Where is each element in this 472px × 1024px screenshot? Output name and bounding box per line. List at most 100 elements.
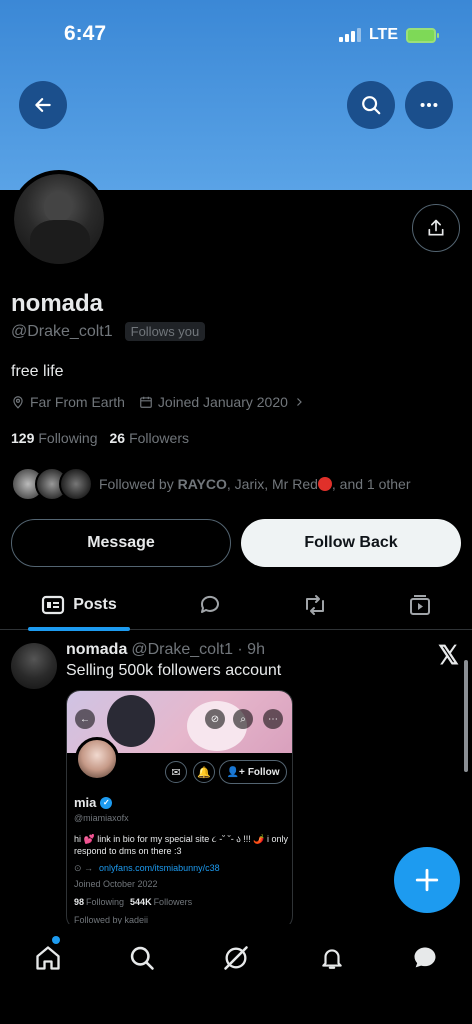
home-icon xyxy=(36,946,60,970)
network-label: LTE xyxy=(368,26,398,43)
scrollbar[interactable] xyxy=(464,660,468,772)
tab-posts[interactable]: Posts xyxy=(28,580,130,631)
followed-by-row[interactable]: Followed by RAYCO, Jarix, Mr Red , and 1 … xyxy=(11,467,411,501)
battery-icon xyxy=(406,27,439,43)
embed-name-row: mia ✓ xyxy=(74,795,113,810)
search-icon xyxy=(130,946,154,970)
more-horizontal-icon xyxy=(420,102,438,108)
share-icon xyxy=(428,219,444,236)
message-button[interactable]: Message xyxy=(11,519,231,567)
followers-label: Followers xyxy=(129,430,189,446)
location-pin-icon xyxy=(13,396,23,409)
back-button[interactable] xyxy=(19,81,67,129)
profile-handle: @Drake_colt1 xyxy=(11,322,113,340)
post-image[interactable]: ← ⊘ ⌕ ⋯ ✉ 🔔 👤+ Follow mia ✓ @miamiaxofx hi… xyxy=(66,690,293,930)
profile-name: nomada xyxy=(11,290,104,317)
nav-grok[interactable] xyxy=(216,938,256,978)
verified-icon: ✓ xyxy=(100,796,113,809)
follow-back-button[interactable]: Follow Back xyxy=(241,519,461,567)
location-item: Far From Earth xyxy=(11,394,125,410)
reply-icon xyxy=(200,595,219,613)
post-text: Selling 500k followers account xyxy=(66,662,282,679)
embed-counts: 98 Following 544K Followers xyxy=(74,897,192,907)
status-indicators: LTE xyxy=(338,26,439,44)
following-label: Following xyxy=(38,430,98,446)
tab-reposts[interactable] xyxy=(295,580,335,630)
share-button[interactable] xyxy=(412,204,460,252)
followed-by-text: Followed by RAYCO, Jarix, Mr Red , and 1 … xyxy=(99,476,411,492)
following-count: 129 xyxy=(11,430,35,446)
followed-by-suffix: , and 1 other xyxy=(331,476,411,492)
embed-link-row: ⊙ → onlyfans.com/itsmiabunny/c38 xyxy=(74,863,220,874)
embed-followers-count: 544K xyxy=(130,897,152,907)
chat-bubble-icon xyxy=(414,947,436,968)
location-text: Far From Earth xyxy=(30,394,125,410)
x-logo-icon: 𝕏 xyxy=(438,640,459,670)
mini-avatar xyxy=(59,467,93,501)
embed-joined: Joined October 2022 xyxy=(74,879,158,889)
embed-bio: hi 💕 link in bio for my special site ૮ -… xyxy=(74,834,288,856)
embed-more-icon: ⋯ xyxy=(263,709,283,729)
embed-search-icon: ⌕ xyxy=(233,709,253,729)
embed-handle: @miamiaxofx xyxy=(74,813,129,823)
home-notification-dot xyxy=(52,936,60,944)
calendar-icon xyxy=(140,396,152,408)
embed-add-user-icon: 👤+ xyxy=(226,766,245,778)
following-link[interactable]: 129 Following xyxy=(11,430,98,446)
status-time: 6:47 xyxy=(64,22,107,45)
follow-counts: 129 Following 26 Followers xyxy=(11,430,189,446)
followed-by-bold-name: RAYCO xyxy=(177,476,227,492)
tab-media[interactable] xyxy=(400,580,440,630)
posts-icon xyxy=(42,595,65,615)
joined-item[interactable]: Joined January 2020 xyxy=(139,394,305,410)
signal-icon xyxy=(338,28,361,42)
nav-search[interactable] xyxy=(122,938,162,978)
followed-by-names: , Jarix, Mr Red xyxy=(226,476,318,492)
active-tab-indicator xyxy=(28,627,130,631)
followed-by-prefix: Followed by xyxy=(99,476,174,492)
grok-icon xyxy=(224,946,248,970)
embed-name: mia xyxy=(74,795,97,810)
post-author-meta: @Drake_colt1 · 9h xyxy=(131,641,265,658)
nav-messages[interactable] xyxy=(405,938,445,978)
search-button[interactable] xyxy=(347,81,395,129)
embed-bell-icon: 🔔 xyxy=(193,761,215,783)
follows-you-badge: Follows you xyxy=(124,322,206,341)
embed-mail-icon: ✉ xyxy=(165,761,187,783)
media-video-icon xyxy=(410,595,430,615)
profile-tabs: Posts xyxy=(0,580,472,631)
chevron-right-icon xyxy=(296,398,302,406)
post-header: nomada @Drake_colt1 · 9h xyxy=(66,641,265,659)
profile-bio: free life xyxy=(11,363,64,380)
profile-meta: Far From Earth Joined January 2020 xyxy=(11,394,305,410)
embed-follow-label: Follow xyxy=(247,766,280,778)
embed-link: onlyfans.com/itsmiabunny/c38 xyxy=(99,863,220,873)
joined-text: Joined January 2020 xyxy=(157,394,288,410)
handle-row: @Drake_colt1 Follows you xyxy=(11,322,206,341)
embed-following-count: 98 xyxy=(74,897,85,907)
compose-post-button[interactable] xyxy=(394,847,460,913)
followed-by-avatars xyxy=(11,467,93,501)
bell-icon xyxy=(322,949,342,969)
followers-link[interactable]: 26 Followers xyxy=(110,430,189,446)
post-author-avatar[interactable] xyxy=(11,643,57,689)
plus-icon xyxy=(415,868,439,892)
post-author-name[interactable]: nomada xyxy=(66,641,127,658)
arrow-left-icon xyxy=(35,98,51,112)
bottom-nav xyxy=(0,924,472,1024)
followers-count: 26 xyxy=(109,430,126,446)
nav-home[interactable] xyxy=(28,938,68,978)
embed-avatar xyxy=(75,737,119,781)
nav-notifications[interactable] xyxy=(312,938,352,978)
more-options-button[interactable] xyxy=(405,81,453,129)
embed-following-label: Following xyxy=(86,897,125,907)
profile-avatar[interactable] xyxy=(10,170,108,268)
embed-grok-icon: ⊘ xyxy=(205,709,225,729)
tab-posts-label: Posts xyxy=(73,596,117,613)
embed-followers-label: Followers xyxy=(153,897,193,907)
search-icon xyxy=(362,96,381,115)
embed-back-icon: ← xyxy=(75,709,95,729)
repost-icon xyxy=(306,595,324,615)
embed-link-prefix: ⊙ → xyxy=(74,863,94,873)
tab-replies[interactable] xyxy=(190,580,230,630)
